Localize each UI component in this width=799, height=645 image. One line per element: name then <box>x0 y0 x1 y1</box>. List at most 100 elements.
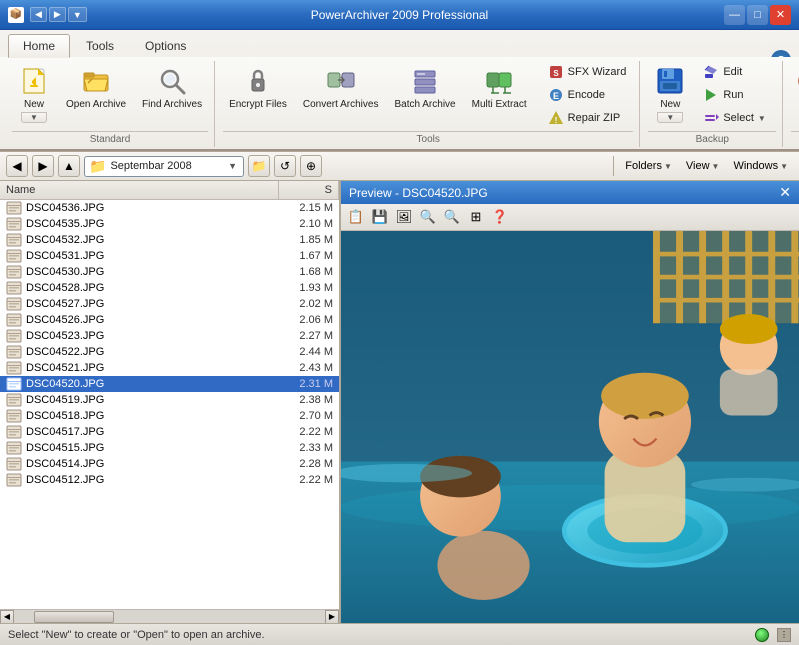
scroll-left-btn[interactable]: ◀ <box>0 610 14 624</box>
folders-label: Folders <box>625 160 662 172</box>
svg-text:S: S <box>553 69 559 78</box>
file-row[interactable]: DSC04528.JPG 1.93 M <box>0 280 339 296</box>
forward-button[interactable]: ▶ <box>49 7 66 22</box>
file-row[interactable]: DSC04512.JPG 2.22 M <box>0 472 339 488</box>
file-row[interactable]: DSC04517.JPG 2.22 M <box>0 424 339 440</box>
file-name: DSC04512.JPG <box>26 474 278 486</box>
scroll-track-h[interactable] <box>14 610 325 624</box>
maximize-button[interactable]: □ <box>747 5 768 25</box>
preview-tool-1[interactable]: 📋 <box>345 206 367 228</box>
file-size: 2.27 M <box>278 330 333 342</box>
new-dropdown[interactable]: ▼ <box>21 112 47 123</box>
back-button[interactable]: ◀ <box>30 7 47 22</box>
file-name: DSC04514.JPG <box>26 458 278 470</box>
burn-button[interactable]: Burn <box>791 61 799 115</box>
preview-close-button[interactable]: ✕ <box>779 184 791 201</box>
encode-button[interactable]: E Encode <box>541 84 634 106</box>
nav-back-button[interactable]: ◀ <box>6 155 28 177</box>
file-size: 2.02 M <box>278 298 333 310</box>
convert-label: Convert Archives <box>303 99 379 111</box>
run-icon <box>703 87 719 103</box>
file-row[interactable]: DSC04514.JPG 2.28 M <box>0 456 339 472</box>
file-row[interactable]: DSC04536.JPG 2.15 M <box>0 200 339 216</box>
file-row[interactable]: DSC04526.JPG 2.06 M <box>0 312 339 328</box>
window-controls: — □ ✕ <box>724 5 791 25</box>
encrypt-icon <box>242 65 274 97</box>
tools-group-label: Tools <box>223 131 633 145</box>
file-name: DSC04518.JPG <box>26 410 278 422</box>
backup-new-button[interactable]: New <box>648 61 692 112</box>
tab-tools[interactable]: Tools <box>71 34 129 57</box>
title-bar-left: 📦 ◀ ▶ ▼ <box>8 7 87 23</box>
backup-edit-button[interactable]: Edit <box>696 61 776 83</box>
tab-home[interactable]: Home <box>8 34 70 58</box>
address-dropdown[interactable]: ▼ <box>226 161 239 171</box>
select-label: Select <box>723 112 754 124</box>
file-row[interactable]: DSC04523.JPG 2.27 M <box>0 328 339 344</box>
open-archive-button[interactable]: Open Archive <box>60 61 132 115</box>
backup-new-dropdown[interactable]: ▼ <box>657 112 683 123</box>
file-row[interactable]: DSC04535.JPG 2.10 M <box>0 216 339 232</box>
nav-forward-button[interactable]: ▶ <box>32 155 54 177</box>
horizontal-scrollbar[interactable]: ◀ ▶ <box>0 609 339 623</box>
nav-up-button[interactable]: ▲ <box>58 155 80 177</box>
preview-tool-7[interactable]: ❓ <box>489 206 511 228</box>
minimize-button[interactable]: — <box>724 5 745 25</box>
batch-archive-button[interactable]: Batch Archive <box>388 61 461 115</box>
column-header-size[interactable]: S <box>279 181 339 199</box>
nav-history-button[interactable]: ⊕ <box>300 155 322 177</box>
scroll-thumb-h[interactable] <box>34 611 114 623</box>
file-name: DSC04522.JPG <box>26 346 278 358</box>
windows-dropdown-arrow: ▼ <box>780 162 788 171</box>
backup-select-button[interactable]: Select ▼ <box>696 107 776 129</box>
windows-menu[interactable]: Windows ▼ <box>728 157 793 175</box>
backup-run-button[interactable]: Run <box>696 84 776 106</box>
file-row[interactable]: DSC04527.JPG 2.02 M <box>0 296 339 312</box>
file-row[interactable]: DSC04519.JPG 2.38 M <box>0 392 339 408</box>
file-row[interactable]: DSC04531.JPG 1.67 M <box>0 248 339 264</box>
new-button[interactable]: New <box>12 61 56 112</box>
backup-save-icon <box>654 65 686 97</box>
file-name: DSC04521.JPG <box>26 362 278 374</box>
encrypt-files-button[interactable]: Encrypt Files <box>223 61 293 115</box>
file-row[interactable]: DSC04518.JPG 2.70 M <box>0 408 339 424</box>
new-folder-button[interactable]: 📁 <box>248 155 270 177</box>
multi-extract-button[interactable]: Multi Extract <box>466 61 533 115</box>
repair-zip-button[interactable]: ! Repair ZIP <box>541 107 634 129</box>
preview-tool-2[interactable]: 💾 <box>369 206 391 228</box>
tab-options[interactable]: Options <box>130 34 201 57</box>
repair-label: Repair ZIP <box>568 112 621 124</box>
svg-text:E: E <box>553 91 559 101</box>
qs-menu-button[interactable]: ▼ <box>68 7 87 22</box>
folders-menu[interactable]: Folders ▼ <box>620 157 677 175</box>
preview-tool-6[interactable]: ⊞ <box>465 206 487 228</box>
file-size: 2.31 M <box>278 378 333 390</box>
file-row[interactable]: DSC04522.JPG 2.44 M <box>0 344 339 360</box>
file-size: 1.93 M <box>278 282 333 294</box>
file-row[interactable]: DSC04520.JPG 2.31 M <box>0 376 339 392</box>
file-row[interactable]: DSC04530.JPG 1.68 M <box>0 264 339 280</box>
preview-tool-3[interactable]: 🖼 <box>393 206 415 228</box>
encode-icon: E <box>548 87 564 103</box>
preview-tool-4[interactable]: 🔍 <box>417 206 439 228</box>
file-row[interactable]: DSC04515.JPG 2.33 M <box>0 440 339 456</box>
close-button[interactable]: ✕ <box>770 5 791 25</box>
scroll-right-btn[interactable]: ▶ <box>325 610 339 624</box>
ribbon-group-tools: Encrypt Files Convert Archives <box>217 61 640 147</box>
convert-archives-button[interactable]: Convert Archives <box>297 61 385 115</box>
nav-refresh-button[interactable]: ↺ <box>274 155 296 177</box>
find-archives-button[interactable]: Find Archives <box>136 61 208 115</box>
sfx-label: SFX Wizard <box>568 66 627 78</box>
ribbon-tabs: Home Tools Options ? <box>0 30 799 57</box>
view-menu[interactable]: View ▼ <box>681 157 725 175</box>
preview-pane: Preview - DSC04520.JPG ✕ 📋 💾 🖼 🔍 🔍 ⊞ ❓ <box>340 181 799 623</box>
address-box[interactable]: 📁 Septembar 2008 ▼ <box>84 156 244 177</box>
run-label: Run <box>723 89 743 101</box>
status-grip[interactable]: ⋮ <box>777 628 791 642</box>
preview-tool-5[interactable]: 🔍 <box>441 206 463 228</box>
column-header-name[interactable]: Name <box>0 181 279 199</box>
sfx-wizard-button[interactable]: S SFX Wizard <box>541 61 634 83</box>
file-row[interactable]: DSC04521.JPG 2.43 M <box>0 360 339 376</box>
file-row[interactable]: DSC04532.JPG 1.85 M <box>0 232 339 248</box>
file-icon <box>6 393 22 407</box>
